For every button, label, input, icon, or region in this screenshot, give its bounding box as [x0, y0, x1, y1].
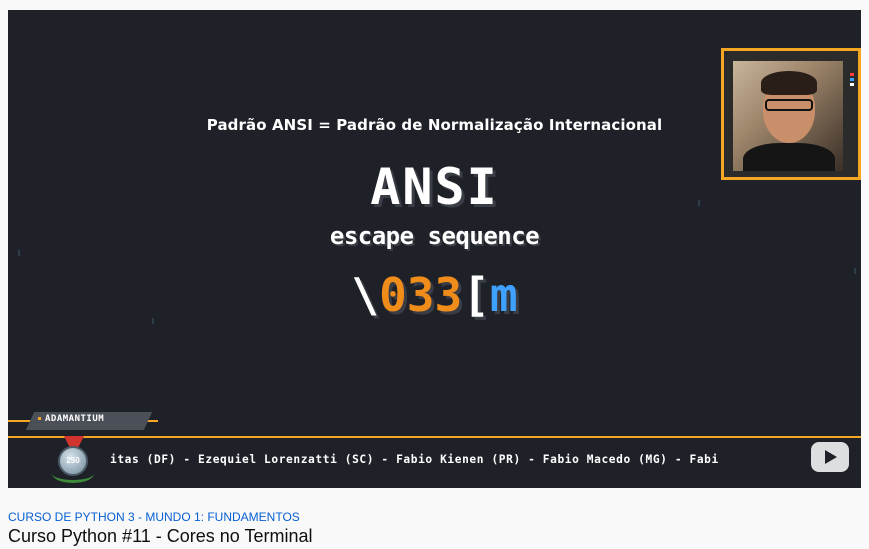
medal-laurel [52, 464, 94, 483]
presenter-hair [761, 71, 817, 95]
presenter-image [733, 61, 843, 171]
escape-code-digits: 033 [379, 268, 463, 322]
presenter-shirt [743, 143, 835, 171]
ticker-line [8, 436, 861, 438]
youtube-play-icon[interactable] [811, 442, 849, 472]
playlist-link[interactable]: CURSO DE PYTHON 3 - MUNDO 1: FUNDAMENTOS [8, 510, 300, 524]
video-player[interactable]: Padrão ANSI = Padrão de Normalização Int… [8, 10, 861, 488]
decor-speck [18, 250, 20, 256]
presenter-glasses [765, 99, 813, 111]
video-title: Curso Python #11 - Cores no Terminal [8, 526, 313, 546]
escape-code-slash: \ [351, 268, 380, 322]
ticker-tag-label: ADAMANTIUM [38, 414, 104, 424]
escape-code: \033[m [8, 268, 861, 322]
frame-dots [850, 73, 854, 88]
escape-code-bracket: [ [462, 268, 490, 322]
escape-code-m: m [489, 268, 518, 322]
medal-icon: 250 [50, 436, 98, 486]
slide-escape-sequence: escape sequence [329, 222, 540, 250]
supporters-ticker: itas (DF) - Ezequiel Lorenzatti (SC) - F… [110, 453, 719, 466]
webcam-overlay [721, 48, 861, 180]
